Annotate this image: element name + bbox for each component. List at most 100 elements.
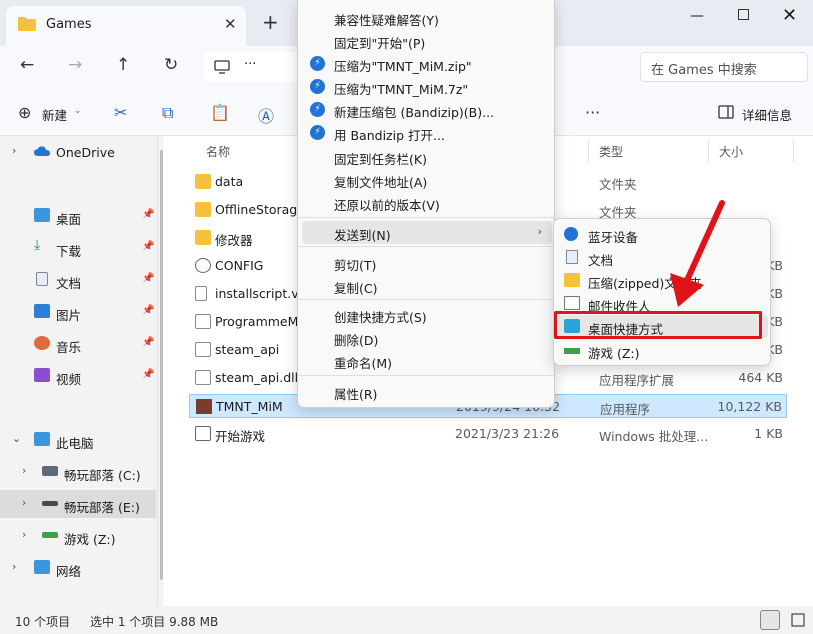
video-icon — [34, 368, 50, 382]
column-header-name[interactable]: 名称 — [206, 143, 230, 160]
file-row[interactable]: 开始游戏 2021/3/23 21:26 Windows 批处理... 1 KB — [189, 422, 787, 446]
menu-item-copy-path[interactable]: 复制文件地址(A) — [302, 168, 552, 191]
network-drive-icon — [42, 532, 58, 538]
pin-icon[interactable]: 📌 — [142, 337, 154, 348]
new-button[interactable]: 新建 — [42, 105, 67, 124]
chevron-down-icon[interactable]: ⌄ — [74, 106, 82, 116]
menu-separator — [298, 375, 554, 376]
bluetooth-icon — [564, 227, 578, 241]
chevron-right-icon[interactable]: › — [12, 144, 16, 157]
pin-icon[interactable]: 📌 — [142, 241, 154, 252]
menu-item-restore-versions[interactable]: 还原以前的版本(V) — [302, 191, 552, 214]
tab-title: Games — [46, 17, 92, 32]
back-icon[interactable]: ← — [20, 55, 34, 75]
maximize-icon[interactable] — [738, 9, 749, 20]
forward-icon[interactable]: → — [68, 55, 82, 75]
sidebar-item-drive-c[interactable]: › 畅玩部落 (C:) — [0, 458, 156, 486]
dll-file-icon — [195, 370, 211, 385]
pin-icon[interactable]: 📌 — [142, 369, 154, 380]
desktop-icon — [34, 208, 50, 222]
cut-icon[interactable]: ✂ — [114, 103, 127, 122]
menu-item-send-to[interactable]: 发送到(N) › — [302, 221, 552, 244]
chevron-right-icon[interactable]: › — [12, 560, 16, 573]
menu-separator — [298, 246, 554, 247]
menu-separator — [298, 299, 554, 300]
chevron-right-icon[interactable]: › — [22, 464, 26, 477]
menu-separator — [298, 217, 554, 218]
chevron-down-icon[interactable]: ⌄ — [12, 432, 21, 445]
menu-item-pin-start[interactable]: 固定到"开始"(P) — [302, 29, 552, 52]
new-tab-icon[interactable]: + — [262, 11, 279, 33]
menu-item-create-shortcut[interactable]: 创建快捷方式(S) — [302, 303, 552, 326]
menu-item-7z[interactable]: ⚡ 压缩为"TMNT_MiM.7z" — [302, 75, 552, 98]
rename-icon[interactable]: Ⓐ — [258, 103, 274, 127]
menu-item-new-archive[interactable]: ⚡ 新建压缩包 (Bandizip)(B)... — [302, 98, 552, 121]
menu-item-compatibility[interactable]: 兼容性疑难解答(Y) — [302, 6, 552, 29]
column-divider[interactable] — [793, 140, 794, 162]
sidebar-item-downloads[interactable]: ⤓ 下载 📌 — [0, 234, 156, 262]
folder-icon — [195, 202, 211, 217]
computer-icon — [34, 432, 50, 446]
download-icon: ⤓ — [34, 237, 41, 253]
send-to-drive-z[interactable]: 游戏 (Z:) — [558, 339, 768, 362]
search-input[interactable]: 在 Games 中搜索 — [640, 52, 808, 82]
sidebar-item-this-pc[interactable]: ⌄ 此电脑 — [0, 426, 156, 454]
pin-icon[interactable]: 📌 — [142, 273, 154, 284]
network-icon — [34, 560, 50, 574]
up-icon[interactable]: ↑ — [116, 55, 130, 75]
tab-games[interactable]: Games ✕ — [6, 6, 246, 46]
copy-icon[interactable]: ⧉ — [162, 103, 173, 123]
sidebar-item-network[interactable]: › 网络 — [0, 554, 156, 582]
selection-info: 选中 1 个项目 9.88 MB — [90, 615, 219, 629]
tab-close-icon[interactable]: ✕ — [224, 15, 237, 33]
sidebar-item-videos[interactable]: 视频 📌 — [0, 362, 156, 390]
sidebar-item-documents[interactable]: 文档 📌 — [0, 266, 156, 294]
menu-item-open-bandizip[interactable]: ⚡ 用 Bandizip 打开... — [302, 121, 552, 144]
close-window-icon[interactable]: ✕ — [782, 5, 797, 26]
chevron-right-icon[interactable]: › — [22, 528, 26, 541]
system-drive-icon — [42, 466, 58, 476]
menu-item-cut[interactable]: 剪切(T) — [302, 251, 552, 274]
menu-item-zip[interactable]: ⚡ 压缩为"TMNT_MiM.zip" — [302, 52, 552, 75]
menu-item-delete[interactable]: 删除(D) — [302, 326, 552, 349]
music-icon — [34, 336, 50, 350]
breadcrumb-more-icon[interactable]: ··· — [244, 57, 256, 72]
column-divider[interactable] — [588, 140, 589, 162]
folder-icon — [18, 17, 36, 31]
add-icon[interactable]: ⊕ — [18, 103, 31, 122]
details-button[interactable]: 详细信息 — [742, 105, 792, 124]
sidebar-item-onedrive[interactable]: › OneDrive — [0, 138, 156, 166]
game-app-icon — [196, 399, 212, 414]
sidebar-item-desktop[interactable]: 桌面 📌 — [0, 202, 156, 230]
navigation-pane: › OneDrive 桌面 📌 ⤓ 下载 📌 文档 📌 图片 📌 音乐 📌 视频… — [0, 136, 158, 606]
column-header-type[interactable]: 类型 — [599, 143, 623, 160]
more-options-icon[interactable]: ··· — [585, 103, 600, 122]
column-divider[interactable] — [708, 140, 709, 162]
details-view-icon[interactable] — [760, 610, 780, 630]
monitor-icon — [214, 60, 230, 74]
sidebar-item-drive-e[interactable]: › 畅玩部落 (E:) — [0, 490, 156, 518]
paste-icon[interactable]: 📋 — [210, 103, 230, 122]
sidebar-item-music[interactable]: 音乐 📌 — [0, 330, 156, 358]
context-menu: 兼容性疑难解答(Y) 固定到"开始"(P) ⚡ 压缩为"TMNT_MiM.zip"… — [297, 0, 555, 408]
sidebar-item-drive-z[interactable]: › 游戏 (Z:) — [0, 522, 156, 550]
text-file-icon — [195, 342, 211, 357]
file-icon — [195, 286, 207, 301]
bandizip-icon: ⚡ — [310, 125, 325, 140]
bandizip-icon: ⚡ — [310, 102, 325, 117]
refresh-icon[interactable]: ↻ — [164, 55, 178, 75]
column-header-size[interactable]: 大小 — [719, 143, 743, 160]
document-icon — [36, 272, 48, 286]
pin-icon[interactable]: 📌 — [142, 209, 154, 220]
menu-item-rename[interactable]: 重命名(M) — [302, 349, 552, 372]
chevron-right-icon[interactable]: › — [22, 496, 26, 509]
document-icon — [566, 250, 578, 264]
tiles-view-icon[interactable] — [788, 610, 808, 630]
pin-icon[interactable]: 📌 — [142, 305, 154, 316]
sidebar-item-pictures[interactable]: 图片 📌 — [0, 298, 156, 326]
settings-file-icon — [195, 258, 211, 273]
menu-item-pin-taskbar[interactable]: 固定到任务栏(K) — [302, 145, 552, 168]
menu-item-properties[interactable]: 属性(R) — [302, 380, 552, 403]
menu-item-copy[interactable]: 复制(C) — [302, 274, 552, 297]
minimize-icon[interactable]: — — [690, 8, 704, 24]
